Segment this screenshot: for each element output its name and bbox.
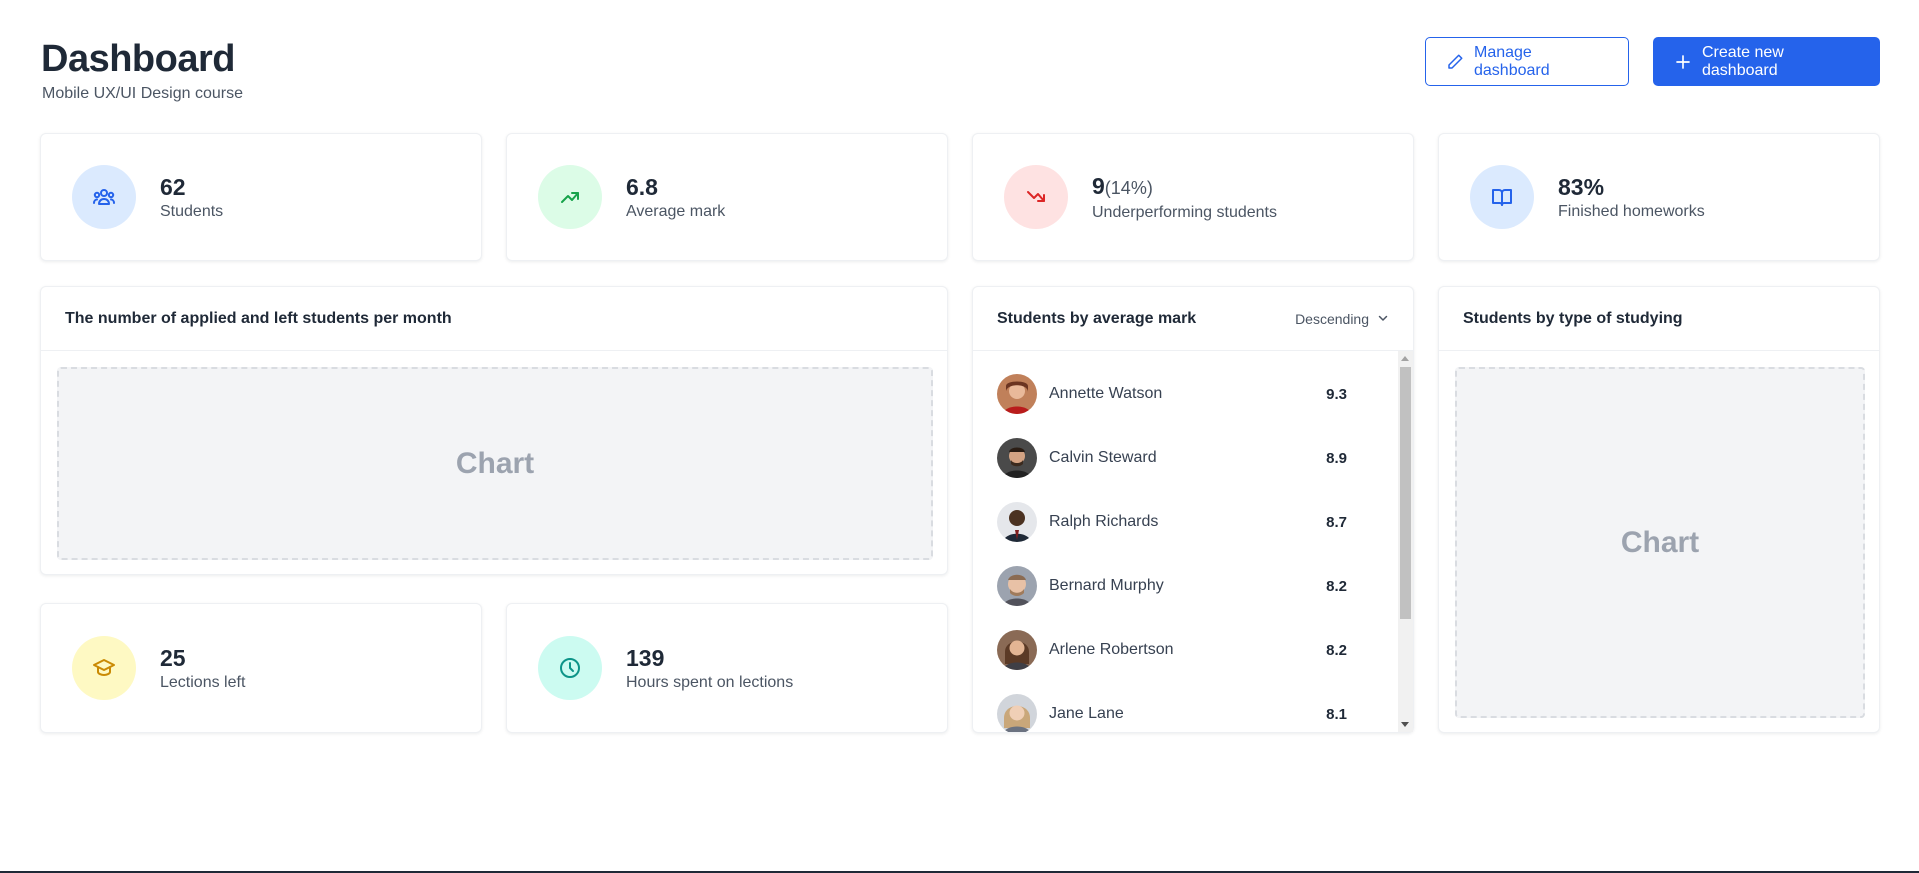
- stat-value-percent: (14%): [1104, 178, 1153, 198]
- scroll-down-arrow-icon[interactable]: [1401, 722, 1409, 727]
- student-mark: 8.1: [1326, 705, 1347, 723]
- chart-placeholder: Chart: [57, 367, 933, 560]
- student-name: Annette Watson: [1049, 385, 1163, 402]
- student-name: Bernard Murphy: [1049, 577, 1164, 594]
- list-item[interactable]: Jane Lane 8.1: [997, 694, 1347, 732]
- stat-value: 62: [160, 174, 186, 200]
- create-dashboard-label: Create new dashboard: [1702, 43, 1784, 79]
- list-scrollbar[interactable]: [1398, 351, 1413, 732]
- panel-title: The number of applied and left students …: [65, 309, 452, 327]
- student-name: Jane Lane: [1049, 705, 1124, 722]
- trending-down-icon: [1004, 165, 1068, 229]
- list-item[interactable]: Annette Watson 9.3: [997, 374, 1347, 414]
- student-mark: 8.9: [1326, 449, 1347, 467]
- applied-left-chart-panel: The number of applied and left students …: [40, 286, 948, 575]
- sort-dropdown[interactable]: Descending: [1295, 311, 1389, 327]
- stat-value-main: 9: [1092, 173, 1105, 199]
- student-mark: 8.2: [1326, 641, 1347, 659]
- stat-label: Finished homeworks: [1558, 203, 1705, 220]
- stat-label: Lections left: [160, 674, 246, 691]
- stat-card-average-mark: 6.8 Average mark: [506, 133, 948, 261]
- students-by-mark-panel: Students by average mark Descending Anne…: [972, 286, 1414, 733]
- stat-value: 139: [626, 645, 665, 671]
- graduation-cap-icon: [72, 636, 136, 700]
- student-name: Arlene Robertson: [1049, 641, 1174, 658]
- stat-label: Underperforming students: [1092, 204, 1277, 221]
- page-subtitle: Mobile UX/UI Design course: [42, 85, 243, 102]
- page-title: Dashboard: [41, 38, 235, 80]
- trending-up-icon: [538, 165, 602, 229]
- header-actions: Manage dashboard Create new dashboard: [1425, 37, 1880, 86]
- manage-dashboard-label: Manage dashboard: [1474, 43, 1550, 79]
- student-list: Annette Watson 9.3 Calvin Steward 8.9 Ra…: [973, 351, 1413, 732]
- avatar: [997, 694, 1037, 732]
- book-open-icon: [1470, 165, 1534, 229]
- list-item[interactable]: Calvin Steward 8.9: [997, 438, 1347, 478]
- avatar: [997, 438, 1037, 478]
- avatar: [997, 630, 1037, 670]
- manage-dashboard-button[interactable]: Manage dashboard: [1425, 37, 1629, 86]
- stat-value: 9(14%): [1092, 172, 1277, 202]
- panel-title: Students by type of studying: [1463, 309, 1683, 327]
- sort-label: Descending: [1295, 310, 1369, 327]
- scroll-thumb[interactable]: [1400, 367, 1411, 619]
- page-header: Dashboard Mobile UX/UI Design course: [41, 36, 243, 103]
- plus-icon: [1674, 53, 1692, 71]
- pencil-icon: [1446, 53, 1464, 71]
- student-mark: 9.3: [1326, 385, 1347, 403]
- stat-card-lections-left: 25 Lections left: [40, 603, 482, 733]
- stat-label: Hours spent on lections: [626, 674, 794, 691]
- chevron-down-icon: [1377, 311, 1389, 327]
- stat-card-homeworks: 83% Finished homeworks: [1438, 133, 1880, 261]
- student-name: Calvin Steward: [1049, 449, 1157, 466]
- students-by-type-panel: Students by type of studying Chart: [1438, 286, 1880, 733]
- clock-icon: [538, 636, 602, 700]
- stat-value: 25: [160, 645, 186, 671]
- users-icon: [72, 165, 136, 229]
- chart-placeholder: Chart: [1455, 367, 1865, 718]
- stat-value: 83%: [1558, 174, 1605, 200]
- student-mark: 8.7: [1326, 513, 1347, 531]
- student-name: Ralph Richards: [1049, 513, 1159, 530]
- list-item[interactable]: Ralph Richards 8.7: [997, 502, 1347, 542]
- list-item[interactable]: Arlene Robertson 8.2: [997, 630, 1347, 670]
- avatar: [997, 566, 1037, 606]
- panel-title: Students by average mark: [997, 309, 1197, 327]
- avatar: [997, 374, 1037, 414]
- stat-value: 6.8: [626, 174, 658, 200]
- stat-label: Average mark: [626, 203, 726, 220]
- list-item[interactable]: Bernard Murphy 8.2: [997, 566, 1347, 606]
- stat-label: Students: [160, 203, 224, 220]
- avatar: [997, 502, 1037, 542]
- student-mark: 8.2: [1326, 577, 1347, 595]
- dashboard-page: Dashboard Mobile UX/UI Design course Man…: [0, 0, 1919, 873]
- create-dashboard-button[interactable]: Create new dashboard: [1653, 37, 1880, 86]
- stat-card-hours-spent: 139 Hours spent on lections: [506, 603, 948, 733]
- stat-card-underperforming: 9(14%) Underperforming students: [972, 133, 1414, 261]
- scroll-up-arrow-icon[interactable]: [1401, 356, 1409, 361]
- stat-card-students: 62 Students: [40, 133, 482, 261]
